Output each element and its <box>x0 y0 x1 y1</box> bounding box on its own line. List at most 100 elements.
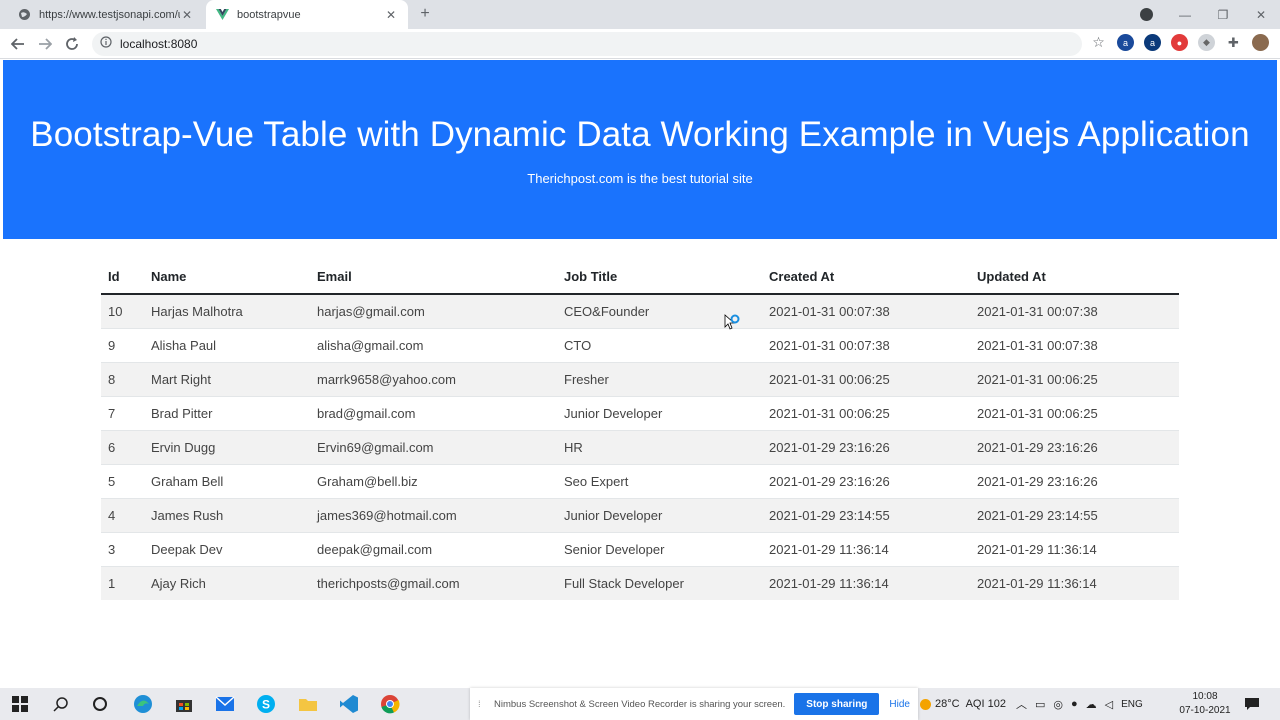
cell-updated-at: 2021-01-29 23:16:26 <box>970 429 1179 464</box>
cell-updated-at: 2021-01-31 00:06:25 <box>970 361 1179 396</box>
cell-created-at: 2021-01-31 00:07:38 <box>762 293 970 328</box>
chrome-icon[interactable] <box>378 692 402 716</box>
cell-job-title: HR <box>557 429 762 464</box>
minimize-icon[interactable]: — <box>1166 0 1204 29</box>
tab-strip: https://www.testjsonapi.com/users ✕ boot… <box>0 0 1280 29</box>
language-indicator[interactable]: ENG <box>1121 699 1143 710</box>
cloud-icon[interactable]: ☁ <box>1086 698 1097 711</box>
cell-email: therichposts@gmail.com <box>310 565 557 600</box>
forward-arrow-icon[interactable] <box>36 35 54 53</box>
cell-id: 1 <box>101 565 144 600</box>
cell-name: Ajay Rich <box>144 565 310 600</box>
extension-icon[interactable]: a <box>1117 34 1134 51</box>
cell-email: alisha@gmail.com <box>310 327 557 362</box>
cell-job-title: Full Stack Developer <box>557 565 762 600</box>
reload-icon[interactable] <box>63 35 81 53</box>
clock-time: 10:08 <box>1192 691 1218 702</box>
url-text: localhost:8080 <box>120 37 198 51</box>
notifications-icon[interactable] <box>1240 692 1264 716</box>
system-tray: 28°C AQI 102 ︿ ▭ ◎ ● ☁ ◁ ENG <box>920 688 1143 720</box>
column-header-created-at[interactable]: Created At <box>762 260 970 295</box>
vue-logo-icon <box>216 8 229 21</box>
avatar[interactable] <box>1252 34 1269 51</box>
hide-button[interactable]: Hide <box>889 699 910 710</box>
recorder-extension-icon[interactable]: ● <box>1171 34 1188 51</box>
file-explorer-icon[interactable] <box>296 692 320 716</box>
table-row: 4 James Rush james369@hotmail.com Junior… <box>101 497 1179 532</box>
tab-testjsonapi[interactable]: https://www.testjsonapi.com/users ✕ <box>8 0 204 29</box>
cell-created-at: 2021-01-29 11:36:14 <box>762 565 970 600</box>
mail-icon[interactable] <box>213 692 237 716</box>
microphone-icon[interactable]: ● <box>1071 698 1078 710</box>
skype-icon[interactable]: S <box>254 692 278 716</box>
cell-created-at: 2021-01-31 00:07:38 <box>762 327 970 362</box>
profile-indicator-icon[interactable] <box>1140 8 1153 21</box>
edge-browser-icon[interactable] <box>131 692 155 716</box>
address-bar[interactable]: localhost:8080 <box>92 32 1082 56</box>
system-clock[interactable]: 10:08 07-10-2021 <box>1170 690 1240 718</box>
close-window-icon[interactable]: ✕ <box>1242 0 1280 29</box>
bookmark-star-icon[interactable]: ☆ <box>1090 34 1107 51</box>
sharing-message: Nimbus Screenshot & Screen Video Recorde… <box>494 698 786 710</box>
aqi-value[interactable]: AQI 102 <box>966 698 1006 710</box>
chevron-up-icon[interactable]: ︿ <box>1016 696 1027 712</box>
column-header-job-title[interactable]: Job Title <box>557 260 762 295</box>
cell-created-at: 2021-01-31 00:06:25 <box>762 395 970 430</box>
column-header-name[interactable]: Name <box>144 260 310 295</box>
cell-email: Graham@bell.biz <box>310 463 557 498</box>
table-row: 1 Ajay Rich therichposts@gmail.com Full … <box>101 565 1179 600</box>
column-header-updated-at[interactable]: Updated At <box>970 260 1179 295</box>
tab-bootstrapvue[interactable]: bootstrapvue ✕ <box>206 0 408 29</box>
column-header-email[interactable]: Email <box>310 260 557 295</box>
restore-icon[interactable]: ❐ <box>1204 0 1242 29</box>
users-table: Id Name Email Job Title Created At Updat… <box>101 260 1179 600</box>
table-row: 3 Deepak Dev deepak@gmail.com Senior Dev… <box>101 531 1179 566</box>
cell-name: James Rush <box>144 497 310 532</box>
network-icon[interactable]: ◎ <box>1053 698 1063 711</box>
new-tab-button[interactable]: + <box>416 5 434 23</box>
search-icon[interactable] <box>49 692 73 716</box>
cell-updated-at: 2021-01-31 00:07:38 <box>970 327 1179 362</box>
shield-icon[interactable]: ◆ <box>1198 34 1215 51</box>
table-row: 5 Graham Bell Graham@bell.biz Seo Expert… <box>101 463 1179 498</box>
screen-sharing-notification: ⁞ Nimbus Screenshot & Screen Video Recor… <box>470 688 918 720</box>
store-icon[interactable] <box>172 692 196 716</box>
page-subtitle: Therichpost.com is the best tutorial sit… <box>527 171 753 186</box>
taskbar: S ⁞ Nimbus Screenshot & Screen Video Rec… <box>0 688 1280 720</box>
cell-id: 3 <box>101 531 144 566</box>
cell-updated-at: 2021-01-31 00:06:25 <box>970 395 1179 430</box>
browser-toolbar: localhost:8080 ☆ a a ● ◆ ✚ ⋮ <box>0 29 1280 59</box>
cell-email: Ervin69@gmail.com <box>310 429 557 464</box>
stop-sharing-button[interactable]: Stop sharing <box>794 693 880 715</box>
extension-icon[interactable]: a <box>1144 34 1161 51</box>
weather-icon[interactable] <box>920 698 931 710</box>
cell-name: Alisha Paul <box>144 327 310 362</box>
cell-updated-at: 2021-01-29 23:16:26 <box>970 463 1179 498</box>
info-icon[interactable] <box>100 35 112 53</box>
cell-created-at: 2021-01-29 23:16:26 <box>762 429 970 464</box>
cell-id: 8 <box>101 361 144 396</box>
temperature[interactable]: 28°C <box>935 698 960 710</box>
cell-id: 4 <box>101 497 144 532</box>
back-arrow-icon[interactable] <box>9 35 27 53</box>
cell-updated-at: 2021-01-29 11:36:14 <box>970 531 1179 566</box>
cell-created-at: 2021-01-31 00:06:25 <box>762 361 970 396</box>
column-header-id[interactable]: Id <box>101 260 144 295</box>
puzzle-icon[interactable]: ✚ <box>1225 34 1242 51</box>
close-icon[interactable]: ✕ <box>384 8 398 22</box>
volume-icon[interactable]: ◁ <box>1105 698 1113 711</box>
close-icon[interactable]: ✕ <box>180 8 194 22</box>
cell-created-at: 2021-01-29 23:14:55 <box>762 497 970 532</box>
cell-job-title: Junior Developer <box>557 395 762 430</box>
task-view-icon[interactable] <box>88 692 112 716</box>
vscode-icon[interactable] <box>337 692 361 716</box>
cell-name: Deepak Dev <box>144 531 310 566</box>
battery-icon[interactable]: ▭ <box>1035 698 1045 711</box>
windows-start-icon[interactable] <box>8 692 32 716</box>
tab-title: https://www.testjsonapi.com/users <box>39 8 180 21</box>
table-header-row: Id Name Email Job Title Created At Updat… <box>101 260 1179 295</box>
globe-icon <box>18 8 31 21</box>
drag-handle-icon[interactable]: ⁞ <box>478 699 488 710</box>
cell-name: Mart Right <box>144 361 310 396</box>
table-row: 8 Mart Right marrk9658@yahoo.com Fresher… <box>101 361 1179 396</box>
